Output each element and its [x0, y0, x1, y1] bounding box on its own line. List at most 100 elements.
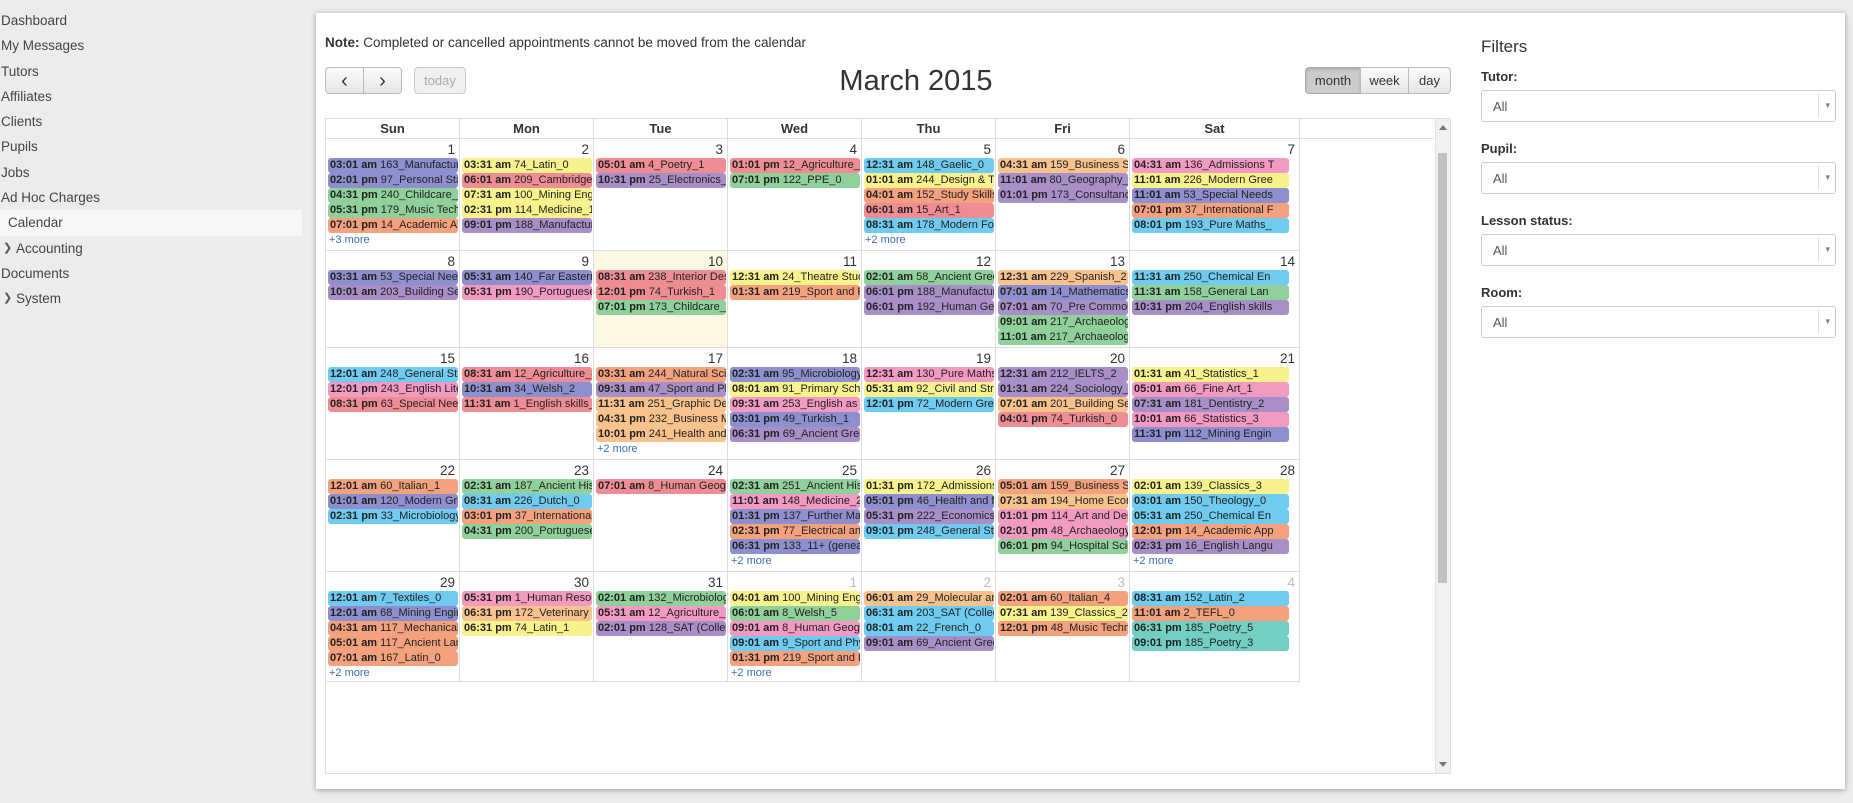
day-number[interactable]: 4: [849, 142, 857, 157]
calendar-event[interactable]: 04:31 am 136_Admissions T: [1132, 158, 1289, 173]
calendar-event[interactable]: 06:01 pm 192_Human Geog: [864, 300, 994, 315]
day-number[interactable]: 28: [1280, 463, 1295, 478]
calendar-event[interactable]: 04:01 am 152_Study Skills_: [864, 188, 994, 203]
more-events-link[interactable]: +2 more: [731, 667, 772, 679]
calendar-event[interactable]: 05:31 pm 190_Portuguese_: [462, 285, 592, 300]
calendar-event[interactable]: 08:31 am 12_Agriculture_4: [462, 367, 592, 382]
calendar-event[interactable]: 04:31 pm 232_Business Ma: [596, 412, 726, 427]
day-cell[interactable]: 1512:01 am 248_General Stud12:01 pm 243_…: [326, 348, 460, 460]
calendar-event[interactable]: 06:31 pm 133_11+ (geneal): [730, 539, 860, 554]
day-number[interactable]: 2: [983, 575, 991, 590]
day-cell[interactable]: 2705:01 am 159_Business Stu07:31 am 194_…: [996, 460, 1130, 572]
calendar-event[interactable]: 05:31 am 250_Chemical En: [1132, 509, 1289, 524]
calendar-event[interactable]: 12:31 am 148_Gaelic_0: [864, 158, 994, 173]
day-number[interactable]: 13: [1110, 254, 1125, 269]
calendar-event[interactable]: 06:31 pm 172_Veterinary Sc: [462, 606, 592, 621]
day-cell[interactable]: 1703:31 am 244_Natural Scien09:31 am 47_…: [594, 348, 728, 460]
day-cell[interactable]: 5 12:31 am 148_Gaelic_0 01:01 am 244_Desig…: [862, 139, 996, 251]
day-number[interactable]: 10: [708, 254, 723, 269]
calendar-event[interactable]: 02:01 am 58_Ancient Greek: [864, 270, 994, 285]
more-events-link[interactable]: +2 more: [731, 555, 772, 567]
calendar-event[interactable]: 08:01 am 22_French_0: [864, 621, 994, 636]
calendar-event[interactable]: 12:01 am 248_General Stud: [328, 367, 458, 382]
day-number[interactable]: 18: [842, 351, 857, 366]
calendar-event[interactable]: 07:31 am 139_Classics_2: [998, 606, 1128, 621]
sidebar-item-system[interactable]: ❯ System: [0, 286, 302, 311]
day-cell[interactable]: 4 01:01 pm 12_Agriculture_3 07:01 pm 122_P…: [728, 139, 862, 251]
day-cell[interactable]: 104:01 am 100_Mining Engin06:01 am 8_Wel…: [728, 572, 862, 682]
calendar-event[interactable]: 04:31 pm 200_Portuguese_: [462, 524, 592, 539]
day-cell[interactable]: 7 04:31 am 136_Admissions T 11:01 am 226_M…: [1130, 139, 1300, 251]
calendar-event[interactable]: 10:01 am 203_Building Serv: [328, 285, 458, 300]
calendar-event[interactable]: 05:01 am 159_Business Stu: [998, 479, 1128, 494]
calendar-event[interactable]: 11:01 am 80_Geography_0: [998, 173, 1128, 188]
day-number[interactable]: 1: [447, 142, 455, 157]
day-number[interactable]: 23: [574, 463, 589, 478]
calendar-event[interactable]: 05:31 pm 222_Economics_2: [864, 509, 994, 524]
calendar-event[interactable]: 07:01 am 70_Pre Common I: [998, 300, 1128, 315]
more-events-link[interactable]: +2 more: [1133, 555, 1174, 567]
calendar-event[interactable]: 05:01 pm 46_Health and fitn: [864, 494, 994, 509]
day-number[interactable]: 31: [708, 575, 723, 590]
scroll-up-arrow-icon[interactable]: [1439, 125, 1447, 130]
calendar-event[interactable]: 12:31 am 24_Theatre Studie: [730, 270, 860, 285]
day-number[interactable]: 3: [715, 142, 723, 157]
calendar-event[interactable]: 08:31 am 226_Dutch_0: [462, 494, 592, 509]
calendar-event[interactable]: 11:01 am 217_Archaeology: [998, 330, 1128, 345]
calendar-event[interactable]: 06:31 am 203_SAT (College: [864, 606, 994, 621]
calendar-event[interactable]: 02:01 am 60_Italian_4: [998, 591, 1128, 606]
calendar-event[interactable]: 10:01 am 66_Statistics_3: [1132, 412, 1289, 427]
calendar-event[interactable]: 07:01 am 201_Building Serv: [998, 397, 1128, 412]
sidebar-item-documents[interactable]: Documents: [0, 261, 302, 286]
calendar-event[interactable]: 03:01 am 150_Theology_0: [1132, 494, 1289, 509]
calendar-event[interactable]: 11:01 am 53_Special Needs: [1132, 188, 1289, 203]
calendar-event[interactable]: 05:01 am 4_Poetry_1: [596, 158, 726, 173]
day-number[interactable]: 12: [976, 254, 991, 269]
sidebar-item-accounting[interactable]: ❯ Accounting: [0, 236, 302, 261]
calendar-event[interactable]: 05:01 am 117_Ancient Lang: [328, 636, 458, 651]
day-number[interactable]: 4: [1287, 575, 1295, 590]
calendar-event[interactable]: 06:01 pm 188_Manufacturin: [864, 285, 994, 300]
more-events-link[interactable]: +2 more: [329, 667, 370, 679]
calendar-event[interactable]: 06:01 pm 94_Hospital Scien: [998, 539, 1128, 554]
day-number[interactable]: 3: [1117, 575, 1125, 590]
sidebar-item-dashboard[interactable]: Dashboard: [0, 8, 302, 33]
more-events-link[interactable]: +2 more: [597, 443, 638, 455]
day-cell[interactable]: 29 12:01 am 7_Textiles_0 12:01 am 68_Minin…: [326, 572, 460, 682]
filter-select-pupil[interactable]: All ▾: [1481, 162, 1836, 194]
calendar-event[interactable]: 09:01 pm 185_Poetry_3: [1132, 636, 1289, 651]
day-cell[interactable]: 2407:01 am 8_Human Geogra: [594, 460, 728, 572]
day-cell[interactable]: 2302:31 am 187_Ancient Histo08:31 am 226…: [460, 460, 594, 572]
calendar-event[interactable]: 05:01 am 66_Fine Art_1: [1132, 382, 1289, 397]
calendar-event[interactable]: 01:01 pm 12_Agriculture_3: [730, 158, 860, 173]
day-number[interactable]: 1: [849, 575, 857, 590]
calendar-event[interactable]: 02:31 am 187_Ancient Histo: [462, 479, 592, 494]
calendar-event[interactable]: 07:01 pm 37_International F: [1132, 203, 1289, 218]
day-cell[interactable]: 3 05:01 am 4_Poetry_1 10:31 pm 25_Electron…: [594, 139, 728, 251]
calendar-event[interactable]: 01:31 am 41_Statistics_1: [1132, 367, 1289, 382]
calendar-event[interactable]: 07:31 am 181_Dentistry_2: [1132, 397, 1289, 412]
calendar-event[interactable]: 08:31 am 152_Latin_2: [1132, 591, 1289, 606]
day-cell[interactable]: 206:01 am 29_Molecular and06:31 am 203_S…: [862, 572, 996, 682]
calendar-event[interactable]: 11:31 am 1_English skills_1: [462, 397, 592, 412]
calendar-event[interactable]: 02:31 am 95_Microbiology_: [730, 367, 860, 382]
day-cell[interactable]: 2601:31 pm 172_Admissions T05:01 pm 46_H…: [862, 460, 996, 572]
calendar-event[interactable]: 04:01 pm 74_Turkish_0: [998, 412, 1128, 427]
day-number[interactable]: 11: [843, 254, 857, 269]
calendar-event[interactable]: 07:01 pm 14_Academic App: [328, 218, 458, 233]
day-number[interactable]: 14: [1280, 254, 1295, 269]
calendar-event[interactable]: 07:01 am 14_Mathematics_: [998, 285, 1128, 300]
week-view-button[interactable]: week: [1360, 67, 1409, 94]
calendar-event[interactable]: 12:01 pm 14_Academic App: [1132, 524, 1289, 539]
day-number[interactable]: 8: [447, 254, 455, 269]
calendar-event[interactable]: 06:31 pm 74_Latin_1: [462, 621, 592, 636]
calendar-event[interactable]: 01:31 pm 219_Sport and Ph: [730, 651, 860, 666]
day-cell[interactable]: 31 02:01 am 132_Microbiology 05:31 am 12_A…: [594, 572, 728, 682]
day-number[interactable]: 9: [581, 254, 589, 269]
calendar-event[interactable]: 05:31 am 140_Far Eastern L: [462, 270, 592, 285]
calendar-event[interactable]: 02:01 pm 128_SAT (College: [596, 621, 726, 636]
calendar-event[interactable]: 11:01 am 226_Modern Gree: [1132, 173, 1289, 188]
calendar-event[interactable]: 10:31 am 34_Welsh_2: [462, 382, 592, 397]
calendar-event[interactable]: 05:31 pm 179_Music Techn: [328, 203, 458, 218]
sidebar-item-pupils[interactable]: Pupils: [0, 134, 302, 159]
